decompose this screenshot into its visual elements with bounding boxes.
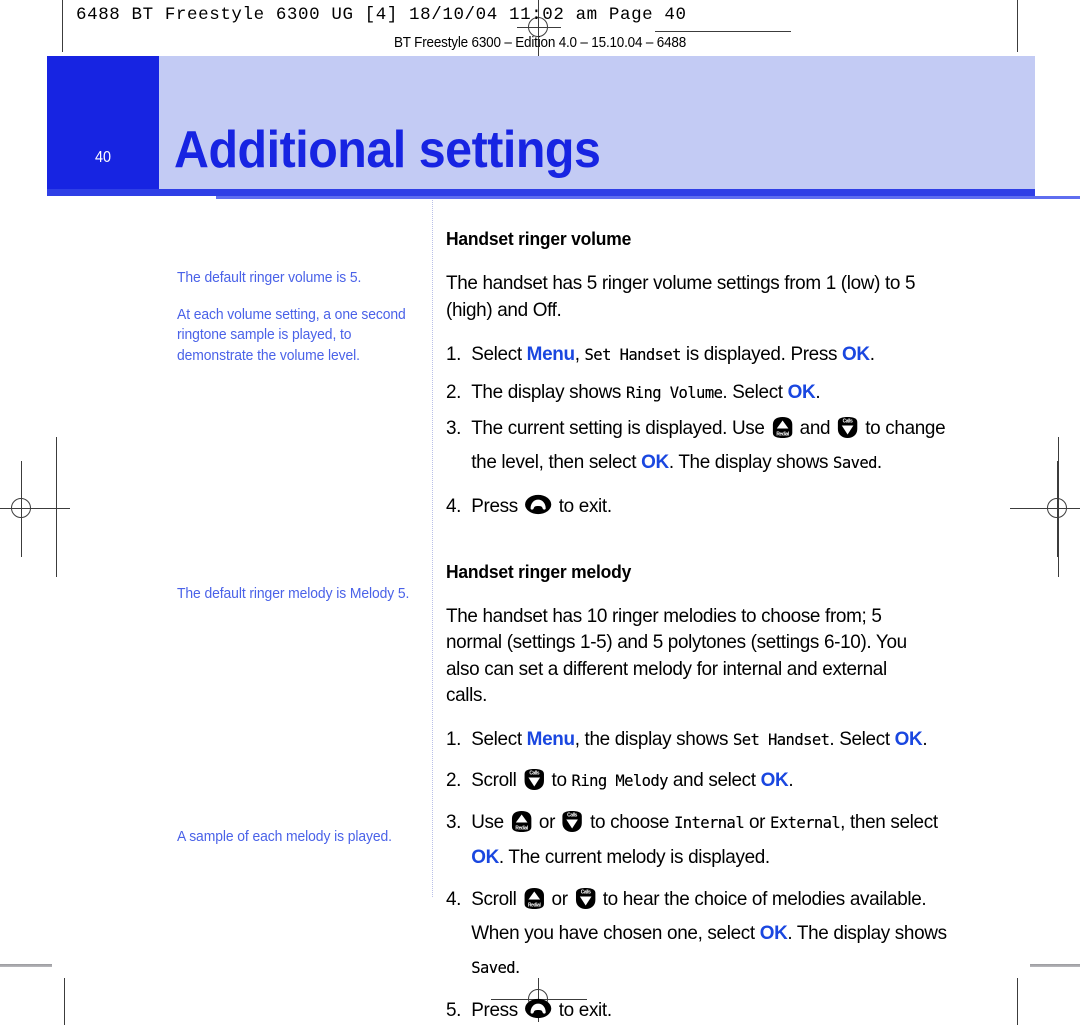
margin-note: A sample of each melody is played. <box>177 828 392 845</box>
press-header-line: 6488 BT Freestyle 6300 UG [4] 18/10/04 1… <box>76 5 687 25</box>
softkey-label-ok: OK <box>760 769 789 791</box>
calls-down-key-icon: Calls <box>575 887 596 910</box>
section-heading-ringer-melody: Handset ringer melody <box>446 561 632 582</box>
end-call-key-icon <box>525 494 552 517</box>
title-band-underline <box>47 189 1035 196</box>
steps-ringer-melody: Select Menu, the display shows Set Hands… <box>446 726 986 1024</box>
page-number-block <box>47 56 159 189</box>
list-item: Select Menu, Set Handset is displayed. P… <box>446 341 875 367</box>
steps-ringer-volume: Select Menu, Set Handset is displayed. P… <box>446 341 986 520</box>
calls-down-key-icon: Calls <box>523 768 544 791</box>
page-title: Additional settings <box>174 121 601 179</box>
chapter-title-band: 40 Additional settings <box>47 56 1035 189</box>
list-item: Select Menu, the display shows Set Hands… <box>446 726 928 752</box>
softkey-label-ok: OK <box>894 727 923 750</box>
softkey-label-ok: OK <box>471 845 499 868</box>
display-text: Ring Volume <box>625 382 723 402</box>
display-text: Saved <box>833 453 877 472</box>
list-item: Press to exit. <box>446 493 612 519</box>
display-text: Set Handset <box>732 729 830 749</box>
registration-mark-left <box>0 461 70 557</box>
softkey-label-menu: Menu <box>526 727 575 750</box>
svg-text:Redial: Redial <box>776 431 789 437</box>
svg-text:Calls: Calls <box>568 812 578 818</box>
list-item: Scroll Redial or Calls to hear the choic… <box>446 882 947 978</box>
trim-mark-header-underline <box>655 31 791 32</box>
main-content-column: Handset ringer volume The handset has 5 … <box>446 196 986 1023</box>
display-text: External <box>770 812 841 832</box>
softkey-label-ok: OK <box>842 343 870 365</box>
calls-down-key-icon: Calls <box>837 416 858 439</box>
svg-text:Redial: Redial <box>528 902 541 908</box>
display-text: Set Handset <box>584 345 682 364</box>
svg-text:Calls: Calls <box>843 418 853 424</box>
display-text: Ring Melody <box>571 771 669 790</box>
display-text: Internal <box>673 812 745 832</box>
softkey-label-ok: OK <box>759 921 788 944</box>
page-number: 40 <box>94 149 112 166</box>
display-text: Saved <box>471 957 516 977</box>
trim-mark-right-mid <box>1058 437 1059 577</box>
trim-mark-bottom-right-vertical <box>1017 978 1018 1025</box>
redial-up-key-icon: Redial <box>771 416 792 439</box>
list-item: The display shows Ring Volume. Select OK… <box>446 379 821 405</box>
trim-mark-left-mid <box>56 437 57 577</box>
section-intro-ringer-melody: The handset has 10 ringer melodies to ch… <box>446 604 907 707</box>
trim-mark-bottom-left-vertical <box>64 978 65 1025</box>
margin-note: The default ringer melody is Melody 5. <box>177 586 410 602</box>
edition-line: BT Freestyle 6300 – Edition 4.0 – 15.10.… <box>393 35 687 51</box>
svg-text:Calls: Calls <box>529 770 539 776</box>
margin-note: The default ringer volume is 5. <box>177 270 362 286</box>
softkey-label-menu: Menu <box>526 343 575 365</box>
margin-note: At each volume setting, a one second rin… <box>177 306 406 364</box>
column-divider <box>432 200 433 897</box>
calls-down-key-icon: Calls <box>562 810 583 833</box>
softkey-label-ok: OK <box>787 380 816 403</box>
svg-text:Calls: Calls <box>580 889 590 895</box>
trim-mark-bottom-right-horizontal <box>1030 964 1080 967</box>
softkey-label-ok: OK <box>641 451 669 473</box>
section-heading-ringer-volume: Handset ringer volume <box>446 229 632 249</box>
end-call-key-icon <box>525 998 552 1021</box>
redial-up-key-icon: Redial <box>523 887 544 910</box>
list-item: Press to exit. <box>446 997 612 1023</box>
list-item: The current setting is displayed. Use Re… <box>446 411 946 473</box>
list-item: Use Redial or Calls to choose Internal o… <box>446 805 938 868</box>
trim-mark-bottom-left-horizontal <box>0 964 52 967</box>
margin-note-column: The default ringer volume is 5. At each … <box>177 198 420 847</box>
list-item: Scroll Calls to Ring Melody and select O… <box>446 767 794 793</box>
redial-up-key-icon: Redial <box>511 810 532 833</box>
svg-text:Redial: Redial <box>515 825 528 831</box>
section-intro-ringer-volume: The handset has 5 ringer volume settings… <box>446 272 916 321</box>
